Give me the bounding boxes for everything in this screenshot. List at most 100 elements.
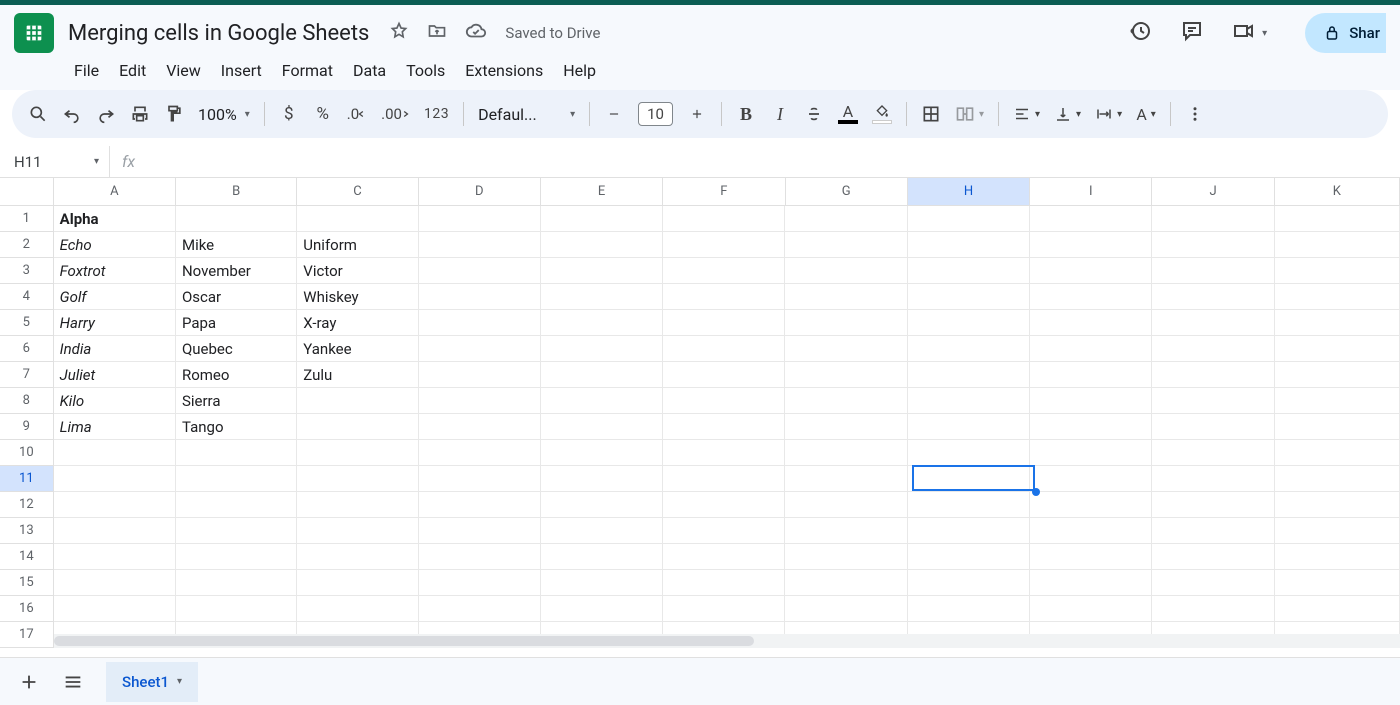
cell-C6[interactable]: Yankee [297, 336, 418, 362]
cell-H5[interactable] [908, 310, 1030, 336]
percent-button[interactable]: % [313, 104, 333, 124]
cell-D13[interactable] [419, 518, 541, 544]
cell-F2[interactable] [663, 232, 785, 258]
cell-K4[interactable] [1275, 284, 1400, 310]
menu-format[interactable]: Format [282, 61, 333, 80]
cell-H3[interactable] [908, 258, 1030, 284]
cell-D7[interactable] [419, 362, 541, 388]
cell-K1[interactable] [1275, 206, 1400, 232]
doc-title[interactable]: Merging cells in Google Sheets [68, 21, 369, 46]
row-header-2[interactable]: 2 [0, 232, 54, 258]
cell-D11[interactable] [419, 466, 541, 492]
rotate-button[interactable]: A▾ [1136, 105, 1156, 124]
cell-B4[interactable]: Oscar [176, 284, 297, 310]
decrease-decimal-button[interactable]: .0 [347, 105, 367, 123]
cell-G11[interactable] [785, 466, 907, 492]
share-button[interactable]: Shar [1305, 13, 1386, 53]
meet-icon[interactable] [1232, 19, 1256, 47]
cell-G14[interactable] [785, 544, 907, 570]
cell-H2[interactable] [908, 232, 1030, 258]
cell-A12[interactable] [54, 492, 176, 518]
cell-A10[interactable] [54, 440, 176, 466]
cell-J11[interactable] [1152, 466, 1274, 492]
cell-F15[interactable] [663, 570, 785, 596]
cell-B6[interactable]: Quebec [176, 336, 297, 362]
col-header-A[interactable]: A [54, 178, 176, 206]
cell-J8[interactable] [1152, 388, 1274, 414]
font-size-increase[interactable] [687, 107, 707, 121]
cell-G8[interactable] [785, 388, 907, 414]
cell-C4[interactable]: Whiskey [297, 284, 418, 310]
cell-K8[interactable] [1275, 388, 1400, 414]
cell-G7[interactable] [785, 362, 907, 388]
row-header-4[interactable]: 4 [0, 284, 54, 310]
cell-A16[interactable] [54, 596, 176, 622]
cell-B12[interactable] [176, 492, 297, 518]
cell-G4[interactable] [785, 284, 907, 310]
cell-E15[interactable] [541, 570, 663, 596]
wrap-button[interactable]: ▾ [1095, 105, 1122, 123]
cell-A8[interactable]: Kilo [54, 388, 176, 414]
cell-I8[interactable] [1030, 388, 1152, 414]
cell-F7[interactable] [663, 362, 785, 388]
cell-A5[interactable]: Harry [54, 310, 176, 336]
cell-C2[interactable]: Uniform [297, 232, 418, 258]
cell-J14[interactable] [1152, 544, 1274, 570]
cell-J7[interactable] [1152, 362, 1274, 388]
cell-D6[interactable] [419, 336, 541, 362]
cell-H12[interactable] [908, 492, 1030, 518]
redo-icon[interactable] [96, 104, 116, 124]
cell-I3[interactable] [1030, 258, 1152, 284]
cell-B15[interactable] [176, 570, 297, 596]
row-header-7[interactable]: 7 [0, 362, 54, 388]
cell-C5[interactable]: X-ray [297, 310, 418, 336]
cell-F12[interactable] [663, 492, 785, 518]
cell-J1[interactable] [1152, 206, 1274, 232]
cell-H1[interactable] [908, 206, 1030, 232]
cell-B1[interactable] [176, 206, 297, 232]
cell-J2[interactable] [1152, 232, 1274, 258]
cell-B11[interactable] [176, 466, 297, 492]
cell-K16[interactable] [1275, 596, 1400, 622]
text-color-button[interactable]: A [838, 104, 858, 124]
italic-button[interactable]: I [770, 104, 790, 125]
cell-H10[interactable] [908, 440, 1030, 466]
cell-J12[interactable] [1152, 492, 1274, 518]
menu-view[interactable]: View [166, 61, 201, 80]
cell-K3[interactable] [1275, 258, 1400, 284]
cell-B10[interactable] [176, 440, 297, 466]
bold-button[interactable]: B [736, 104, 756, 125]
cell-J13[interactable] [1152, 518, 1274, 544]
increase-decimal-button[interactable]: .00 [381, 105, 410, 123]
meet-dropdown-icon[interactable]: ▾ [1262, 28, 1267, 39]
cell-D10[interactable] [419, 440, 541, 466]
menu-insert[interactable]: Insert [221, 61, 262, 80]
comments-icon[interactable] [1180, 19, 1204, 47]
cell-E16[interactable] [541, 596, 663, 622]
move-icon[interactable] [427, 21, 447, 45]
cell-F1[interactable] [663, 206, 785, 232]
cell-I9[interactable] [1030, 414, 1152, 440]
cell-H7[interactable] [908, 362, 1030, 388]
font-size-input[interactable]: 10 [638, 102, 673, 126]
cell-H6[interactable] [908, 336, 1030, 362]
scrollbar-thumb[interactable] [54, 636, 754, 646]
cell-B7[interactable]: Romeo [176, 362, 297, 388]
cell-A6[interactable]: India [54, 336, 176, 362]
cell-J5[interactable] [1152, 310, 1274, 336]
cell-B13[interactable] [176, 518, 297, 544]
menu-data[interactable]: Data [353, 61, 386, 80]
cell-F8[interactable] [663, 388, 785, 414]
cell-D8[interactable] [419, 388, 541, 414]
cell-C15[interactable] [297, 570, 418, 596]
col-header-H[interactable]: H [908, 178, 1030, 206]
cell-G9[interactable] [785, 414, 907, 440]
cell-B5[interactable]: Papa [176, 310, 297, 336]
cell-G6[interactable] [785, 336, 907, 362]
cell-H4[interactable] [908, 284, 1030, 310]
cell-D12[interactable] [419, 492, 541, 518]
currency-button[interactable]: $ [279, 104, 299, 124]
col-header-D[interactable]: D [419, 178, 541, 206]
cell-J3[interactable] [1152, 258, 1274, 284]
undo-icon[interactable] [62, 104, 82, 124]
